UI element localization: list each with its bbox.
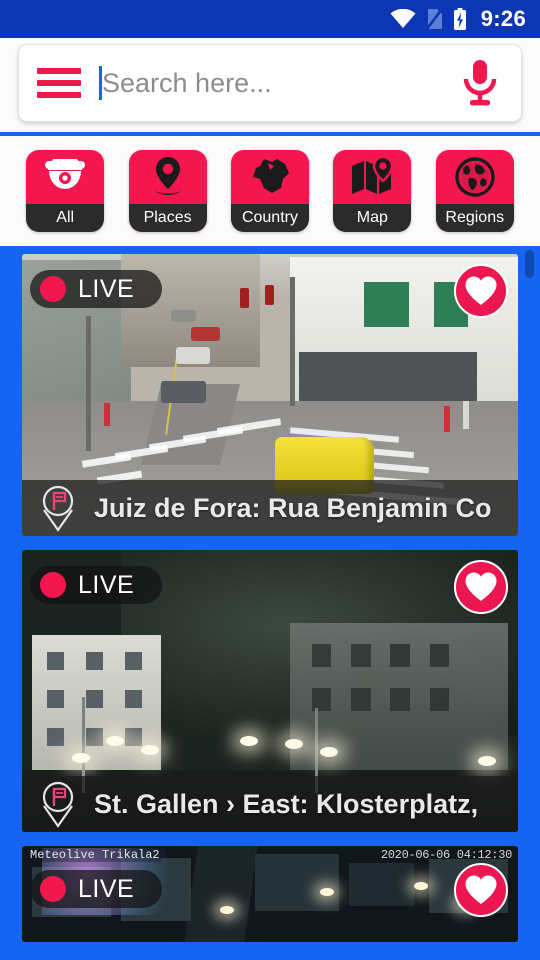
heart-icon	[465, 572, 497, 601]
scrollbar-thumb[interactable]	[525, 250, 534, 278]
app-screen: 9:26 Search here... All Places Country M…	[0, 0, 540, 960]
camera-osd-timestamp: 2020-06-06 04:12:30	[380, 848, 512, 862]
category-tile-regions[interactable]: Regions	[435, 150, 514, 232]
category-tile-places[interactable]: Places	[128, 150, 207, 232]
country-shape-icon	[231, 150, 309, 204]
heart-icon	[465, 276, 497, 305]
camera-card[interactable]: LIVE St. Gallen › East: Klosterplatz,	[22, 550, 518, 832]
live-indicator-dot	[40, 876, 66, 902]
category-tile-map[interactable]: Map	[333, 150, 412, 232]
microphone-glyph	[463, 60, 497, 106]
favorite-button[interactable]	[454, 560, 508, 614]
hamburger-bar-2	[37, 80, 81, 86]
map-pin-glyph	[154, 157, 181, 195]
flag-pin-icon	[22, 780, 94, 828]
flag-pin-glyph	[42, 485, 74, 532]
camera-title: Juiz de Fora: Rua Benjamin Co	[94, 492, 492, 523]
dome-camera-glyph	[45, 159, 86, 189]
search-placeholder-text: Search here...	[102, 67, 272, 98]
camera-osd-overlay: Meteolive Trikala2 2020-06-06 04:12:30	[22, 848, 518, 862]
search-bar-container: Search here...	[0, 38, 540, 132]
category-label-map: Map	[333, 204, 412, 232]
country-shape-glyph	[252, 159, 289, 193]
flag-pin-glyph	[42, 781, 74, 828]
live-badge: LIVE	[30, 270, 162, 308]
camera-caption-bar: Juiz de Fora: Rua Benjamin Co	[22, 480, 518, 536]
search-bar[interactable]: Search here...	[18, 44, 522, 122]
wifi-icon	[390, 9, 416, 28]
status-bar-clock: 9:26	[480, 6, 526, 31]
folded-map-pin-icon	[333, 150, 411, 204]
live-indicator-dot	[40, 276, 66, 302]
favorite-button[interactable]	[454, 264, 508, 318]
category-label-places: Places	[128, 204, 207, 232]
camera-caption-bar: St. Gallen › East: Klosterplatz,	[22, 776, 518, 832]
status-icon-group: 9:26	[390, 6, 526, 32]
camera-feed-list[interactable]: LIVE Juiz de Fora: Rua Benjamin Co LIVE …	[0, 246, 540, 960]
camera-card[interactable]: Meteolive Trikala2 2020-06-06 04:12:30 L…	[22, 846, 518, 942]
live-label: LIVE	[78, 570, 135, 599]
map-pin-icon	[129, 150, 207, 204]
category-label-country: Country	[230, 204, 309, 232]
category-label-all: All	[26, 204, 105, 232]
live-label: LIVE	[78, 274, 135, 303]
camera-osd-name: Meteolive Trikala2	[28, 848, 162, 862]
folded-map-pin-glyph	[352, 157, 394, 194]
heart-icon	[465, 875, 497, 904]
category-tile-country[interactable]: Country	[230, 150, 309, 232]
microphone-icon[interactable]	[455, 55, 505, 111]
flag-pin-icon	[22, 484, 94, 532]
search-input[interactable]: Search here...	[81, 45, 455, 121]
hamburger-bar-1	[37, 68, 81, 74]
category-label-regions: Regions	[435, 204, 514, 232]
hamburger-bar-3	[37, 92, 81, 98]
globe-icon	[436, 150, 514, 204]
live-label: LIVE	[78, 874, 135, 903]
camera-title: St. Gallen › East: Klosterplatz,	[94, 788, 479, 819]
live-badge: LIVE	[30, 566, 162, 604]
live-badge: LIVE	[30, 870, 162, 908]
favorite-button[interactable]	[454, 863, 508, 917]
category-tile-all[interactable]: All	[26, 150, 105, 232]
hamburger-menu-icon[interactable]	[37, 68, 81, 98]
dome-camera-icon	[26, 150, 104, 204]
sim-off-icon	[425, 8, 443, 30]
live-indicator-dot	[40, 572, 66, 598]
battery-charging-icon	[453, 7, 466, 30]
category-strip: All Places Country Map Regions	[0, 132, 540, 246]
status-bar: 9:26	[0, 0, 540, 38]
camera-card[interactable]: LIVE Juiz de Fora: Rua Benjamin Co	[22, 254, 518, 536]
globe-glyph	[455, 157, 495, 197]
